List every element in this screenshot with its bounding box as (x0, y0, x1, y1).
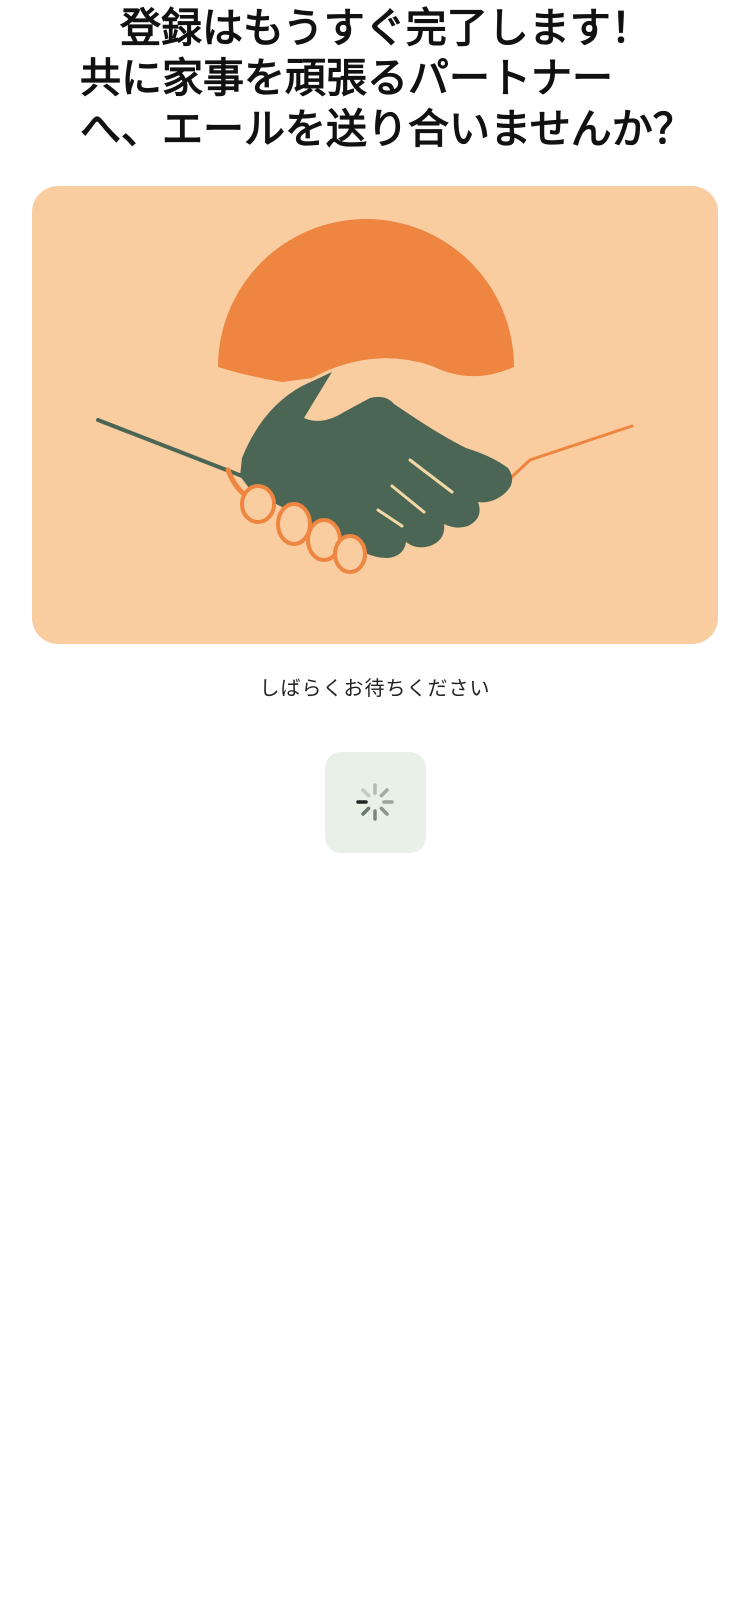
heading-line-2: 共に家事を頑張るパートナー (80, 54, 613, 102)
please-wait-message: しばらくお待ちください (259, 676, 491, 700)
heading-line-1: 登録はもうすぐ完了します！ (120, 4, 652, 52)
loading-spinner-icon (356, 783, 394, 821)
heading-line-3: へ、エールを送り合いませんか？ (80, 105, 694, 153)
loading-indicator (325, 752, 426, 853)
handshake-icon (96, 219, 634, 574)
handshake-illustration (32, 186, 718, 644)
